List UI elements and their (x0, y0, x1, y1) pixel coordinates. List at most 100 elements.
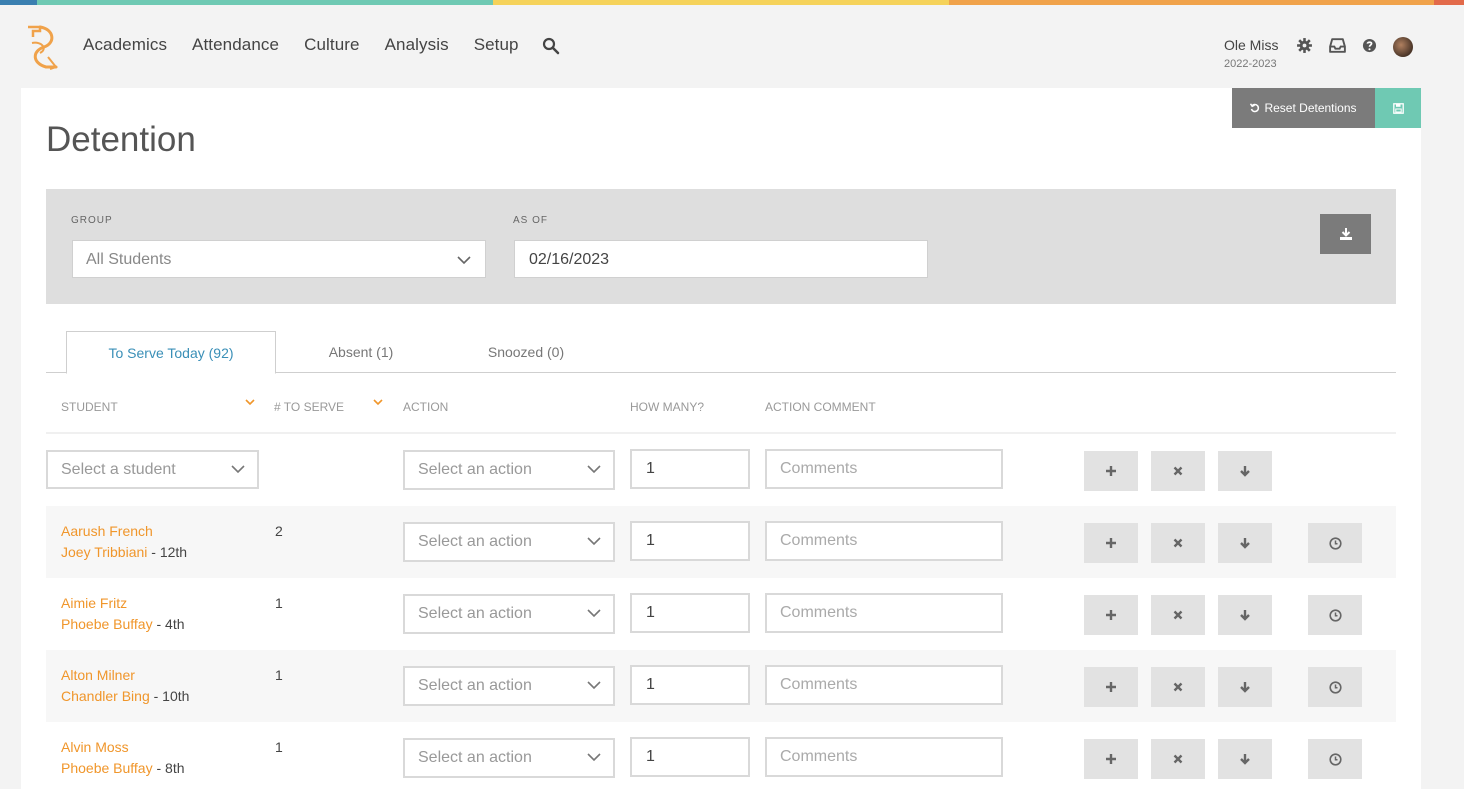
snooze-button[interactable] (1308, 595, 1362, 635)
snooze-button[interactable] (1308, 667, 1362, 707)
new-entry-row: Select a student Select an action 1 Comm… (46, 434, 1396, 506)
search-icon[interactable] (542, 37, 560, 55)
student-teacher-line: Joey Tribbiani - 12th (61, 544, 187, 560)
nav-setup[interactable]: Setup (474, 35, 519, 55)
add-button[interactable] (1084, 739, 1138, 779)
student-grade: - 12th (147, 544, 188, 560)
comment-input[interactable]: Comments (765, 665, 1003, 705)
column-header-to-serve[interactable]: # TO SERVE (274, 400, 344, 414)
close-icon (1173, 682, 1183, 692)
tab-absent[interactable]: Absent (1) (296, 331, 426, 373)
action-select[interactable]: Select an action (403, 666, 615, 706)
user-avatar[interactable] (1393, 37, 1413, 57)
nav-attendance[interactable]: Attendance (192, 35, 279, 55)
help-icon[interactable] (1362, 37, 1377, 54)
clear-button[interactable] (1151, 451, 1205, 491)
clock-icon (1328, 608, 1342, 622)
comment-input[interactable]: Comments (765, 449, 1003, 489)
comment-input[interactable]: Comments (765, 737, 1003, 777)
apply-down-button[interactable] (1218, 739, 1272, 779)
comment-input[interactable]: Comments (765, 593, 1003, 633)
detention-tabs: To Serve Today (92) Absent (1) Snoozed (… (46, 331, 1396, 374)
table-row: Alton Milner Chandler Bing - 10th 1 Sele… (46, 650, 1396, 722)
student-name-link[interactable]: Aimie Fritz (61, 595, 127, 611)
tab-snoozed[interactable]: Snoozed (0) (461, 331, 591, 373)
add-button[interactable] (1084, 667, 1138, 707)
chevron-down-icon (587, 681, 601, 690)
student-teacher-line: Phoebe Buffay - 4th (61, 616, 185, 632)
arrow-down-icon (1240, 610, 1250, 621)
student-name-link[interactable]: Alvin Moss (61, 739, 129, 755)
to-serve-count: 1 (275, 739, 283, 755)
action-select[interactable]: Select an action (403, 522, 615, 562)
student-grade: - 10th (149, 688, 190, 704)
chevron-down-icon (231, 465, 245, 474)
table-row: Aimie Fritz Phoebe Buffay - 4th 1 Select… (46, 578, 1396, 650)
group-label: GROUP (71, 215, 113, 226)
action-select-placeholder: Select an action (418, 605, 532, 622)
teacher-name-link[interactable]: Chandler Bing (61, 688, 150, 704)
school-name[interactable]: Ole Miss (1224, 37, 1278, 53)
chevron-down-icon (587, 465, 601, 474)
add-button[interactable] (1084, 523, 1138, 563)
group-select[interactable]: All Students (72, 240, 486, 278)
to-serve-count: 1 (275, 595, 283, 611)
action-select[interactable]: Select an action (403, 738, 615, 778)
clear-button[interactable] (1151, 667, 1205, 707)
student-name-link[interactable]: Aarush French (61, 523, 153, 539)
table-row: Alvin Moss Phoebe Buffay - 8th 1 Select … (46, 722, 1396, 789)
how-many-input[interactable]: 1 (630, 665, 750, 705)
school-year: 2022-2023 (1224, 58, 1277, 70)
student-grade: - 8th (152, 760, 185, 776)
how-many-input[interactable]: 1 (630, 449, 750, 489)
apply-down-button[interactable] (1218, 595, 1272, 635)
snooze-button[interactable] (1308, 739, 1362, 779)
action-select[interactable]: Select an action (403, 450, 615, 490)
clock-icon (1328, 752, 1342, 766)
sort-chevron-icon[interactable] (373, 398, 383, 406)
save-button[interactable] (1375, 88, 1421, 128)
how-many-input[interactable]: 1 (630, 521, 750, 561)
app-logo-icon[interactable] (20, 23, 62, 71)
teacher-name-link[interactable]: Phoebe Buffay (61, 616, 153, 632)
add-button[interactable] (1084, 595, 1138, 635)
column-header-student[interactable]: STUDENT (61, 400, 118, 414)
as-of-date-input[interactable]: 02/16/2023 (514, 240, 928, 278)
teacher-name-link[interactable]: Phoebe Buffay (61, 760, 153, 776)
nav-culture[interactable]: Culture (304, 35, 360, 55)
apply-down-button[interactable] (1218, 451, 1272, 491)
nav-academics[interactable]: Academics (83, 35, 167, 55)
student-select[interactable]: Select a student (46, 450, 259, 489)
apply-down-button[interactable] (1218, 523, 1272, 563)
reset-detentions-label: Reset Detentions (1264, 101, 1357, 115)
comment-input[interactable]: Comments (765, 521, 1003, 561)
close-icon (1173, 754, 1183, 764)
chevron-down-icon (457, 256, 471, 265)
clock-icon (1328, 536, 1342, 550)
as-of-label: AS OF (513, 215, 549, 226)
inbox-icon[interactable] (1328, 37, 1347, 54)
clear-button[interactable] (1151, 523, 1205, 563)
how-many-input[interactable]: 1 (630, 737, 750, 777)
add-button[interactable] (1084, 451, 1138, 491)
download-button[interactable] (1320, 214, 1371, 254)
sort-chevron-icon[interactable] (245, 398, 255, 406)
how-many-input[interactable]: 1 (630, 593, 750, 633)
action-select[interactable]: Select an action (403, 594, 615, 634)
teacher-name-link[interactable]: Joey Tribbiani (61, 544, 147, 560)
clear-button[interactable] (1151, 739, 1205, 779)
student-teacher-line: Chandler Bing - 10th (61, 688, 189, 704)
student-name-link[interactable]: Alton Milner (61, 667, 135, 683)
nav-analysis[interactable]: Analysis (385, 35, 449, 55)
column-header-action: ACTION (403, 400, 449, 414)
clear-button[interactable] (1151, 595, 1205, 635)
gear-icon[interactable] (1296, 37, 1313, 54)
action-select-placeholder: Select an action (418, 749, 532, 766)
apply-down-button[interactable] (1218, 667, 1272, 707)
undo-icon (1250, 103, 1260, 113)
close-icon (1173, 466, 1183, 476)
reset-detentions-button[interactable]: Reset Detentions (1232, 88, 1375, 128)
close-icon (1173, 538, 1183, 548)
snooze-button[interactable] (1308, 523, 1362, 563)
tab-to-serve-today[interactable]: To Serve Today (92) (66, 331, 276, 374)
